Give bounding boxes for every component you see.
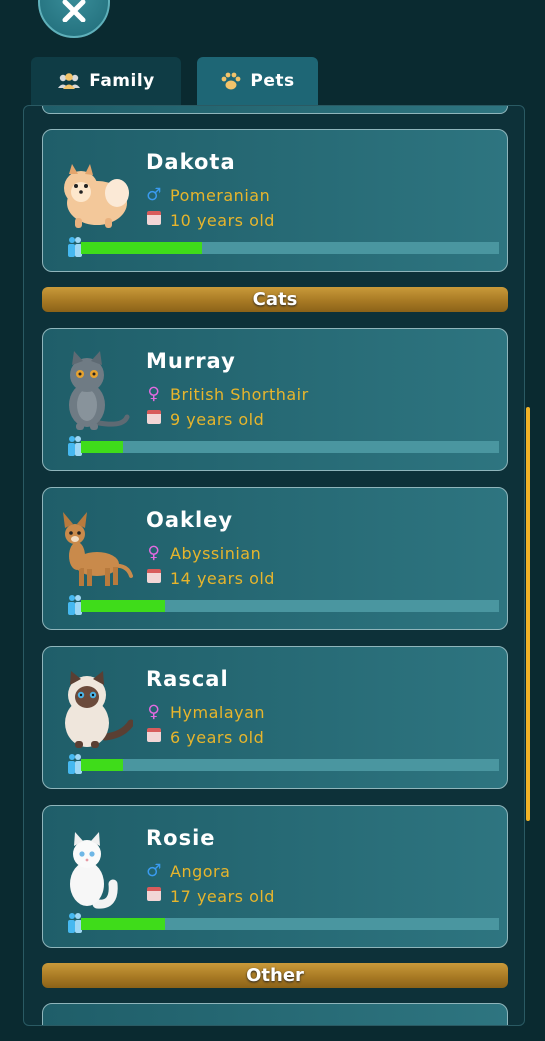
pets-panel[interactable]: Dakota ♂ Pomeranian 10 years old Cats Mu…: [23, 105, 525, 1026]
female-icon: ♀: [147, 702, 161, 722]
pet-age-row: 6 years old: [146, 727, 264, 747]
tab-family[interactable]: Family: [31, 57, 181, 105]
pet-breed: Angora: [170, 861, 231, 881]
close-icon: [62, 0, 86, 22]
relationship-bar: [68, 595, 499, 615]
pet-card[interactable]: Murray ♀ British Shorthair 9 years old: [42, 328, 508, 471]
tab-family-label: Family: [89, 71, 155, 91]
pet-breed: Pomeranian: [170, 185, 271, 205]
paw-icon: [221, 72, 241, 90]
relationship-fill: [81, 441, 123, 453]
pet-name: Rosie: [146, 826, 216, 850]
people-icon: [58, 73, 81, 89]
relationship-fill: [81, 600, 165, 612]
pet-age: 10 years old: [170, 210, 275, 230]
scrollbar[interactable]: [526, 407, 530, 821]
angora-image: [70, 832, 118, 909]
pet-card-partial[interactable]: [42, 1003, 508, 1025]
pet-name: Dakota: [146, 150, 236, 174]
section-header-cats: Cats: [42, 287, 508, 312]
relationship-bar: [68, 754, 499, 774]
pet-breed-row: ♂ Angora: [146, 861, 230, 881]
calendar-icon: [147, 410, 161, 424]
close-button[interactable]: [38, 0, 110, 38]
relationship-fill: [81, 918, 165, 930]
pet-age-row: 17 years old: [146, 886, 275, 906]
female-icon: ♀: [147, 384, 161, 404]
male-icon: ♂: [146, 185, 162, 205]
pet-breed-row: ♀ Abyssinian: [146, 543, 261, 563]
tab-pets-label: Pets: [250, 71, 295, 91]
pet-age: 6 years old: [170, 727, 265, 747]
pet-age: 9 years old: [170, 409, 265, 429]
relationship-fill: [81, 759, 123, 771]
pet-name: Rascal: [146, 667, 229, 691]
tab-pets[interactable]: Pets: [197, 57, 318, 105]
female-icon: ♀: [147, 543, 161, 563]
relationship-bar: [68, 436, 499, 456]
pet-breed: Abyssinian: [170, 543, 262, 563]
pet-card-partial[interactable]: [42, 106, 508, 114]
calendar-icon: [147, 728, 161, 742]
relationship-bar: [68, 913, 499, 933]
section-header-other: Other: [42, 963, 508, 988]
pet-card[interactable]: Oakley ♀ Abyssinian 14 years old: [42, 487, 508, 630]
relationship-bar: [68, 237, 499, 257]
pet-breed-row: ♀ Hymalayan: [146, 702, 265, 722]
pet-name: Oakley: [146, 508, 234, 532]
pet-age: 17 years old: [170, 886, 275, 906]
british-shorthair-image: [69, 351, 130, 430]
calendar-icon: [147, 569, 161, 583]
male-icon: ♂: [146, 861, 162, 881]
pet-age-row: 10 years old: [146, 210, 275, 230]
himalayan-image: [65, 671, 133, 748]
pet-age-row: 9 years old: [146, 409, 264, 429]
pet-breed: British Shorthair: [170, 384, 309, 404]
pet-age-row: 14 years old: [146, 568, 275, 588]
pet-breed-row: ♀ British Shorthair: [146, 384, 309, 404]
abyssinian-image: [63, 512, 133, 586]
relationship-fill: [81, 242, 203, 254]
pet-age: 14 years old: [170, 568, 275, 588]
pet-name: Murray: [146, 349, 236, 373]
pet-card[interactable]: Dakota ♂ Pomeranian 10 years old: [42, 129, 508, 272]
calendar-icon: [147, 887, 161, 901]
pet-breed: Hymalayan: [170, 702, 266, 722]
pet-card[interactable]: Rosie ♂ Angora 17 years old: [42, 805, 508, 948]
pet-card[interactable]: Rascal ♀ Hymalayan 6 years old: [42, 646, 508, 789]
pet-breed-row: ♂ Pomeranian: [146, 185, 270, 205]
calendar-icon: [147, 211, 161, 225]
pomeranian-image: [64, 164, 129, 228]
